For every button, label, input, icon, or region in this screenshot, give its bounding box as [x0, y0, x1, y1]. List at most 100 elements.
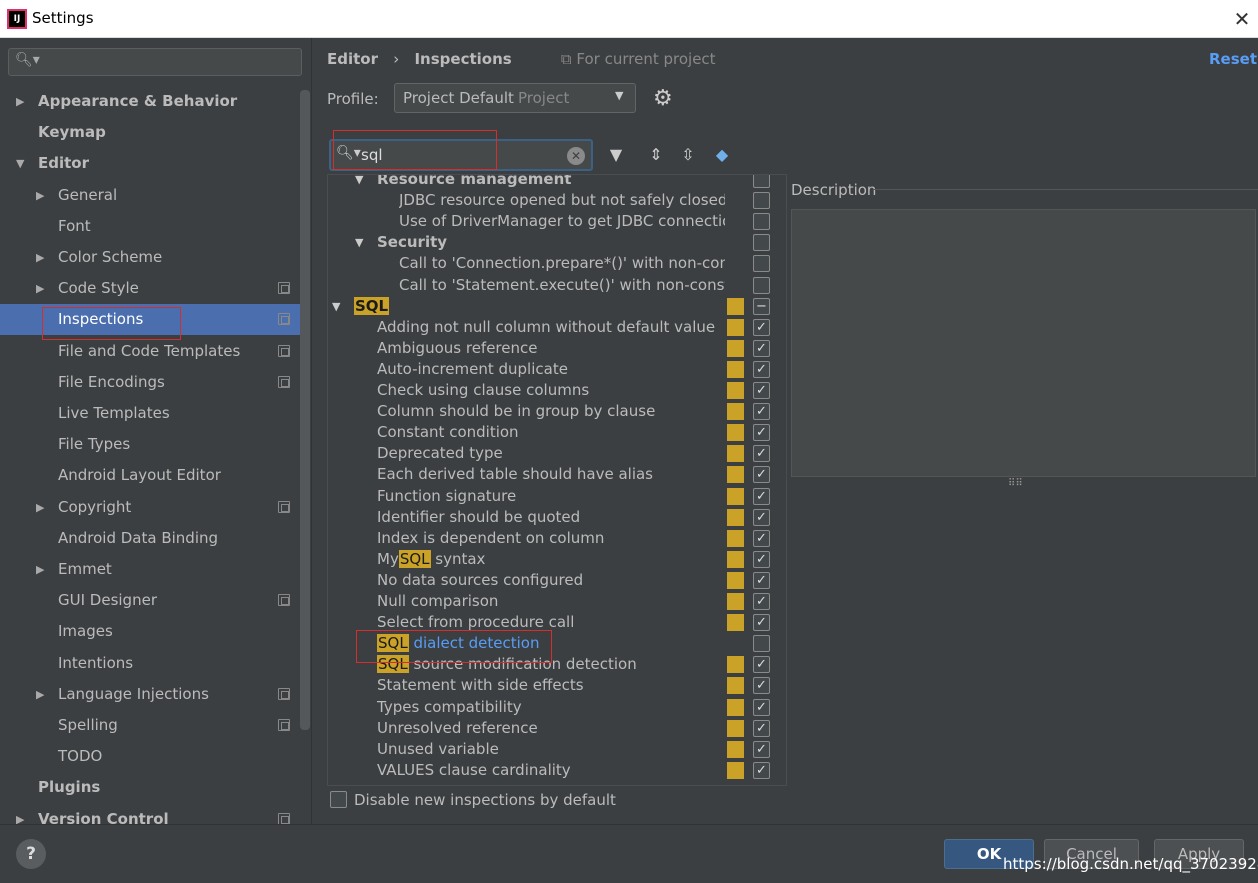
sidebar-item[interactable]: ▼ Editor [0, 148, 300, 179]
sidebar-item[interactable]: Keymap [0, 117, 300, 148]
collapse-all-icon[interactable]: ⇳ [677, 144, 699, 166]
sidebar-item[interactable]: File Encodings [0, 367, 300, 398]
tree-group-row[interactable]: ▼ Resource management [328, 175, 774, 190]
splitter-grip-icon[interactable]: ⠿⠿ [1008, 478, 1023, 489]
profile-dropdown[interactable]: Project Default Project ▼ [394, 83, 636, 113]
expanded-arrow-icon[interactable]: ▼ [355, 175, 363, 190]
expanded-arrow-icon[interactable]: ▼ [332, 296, 340, 317]
tree-item-row[interactable]: No data sources configured ✓ [328, 570, 774, 591]
collapsed-arrow-icon[interactable]: ▶ [36, 180, 44, 211]
inspection-enabled-checkbox[interactable] [753, 255, 770, 273]
sidebar-item[interactable]: ▶ Appearance & Behavior [0, 86, 300, 117]
help-button[interactable]: ? [16, 839, 46, 869]
sidebar-item[interactable]: Font [0, 211, 300, 242]
sidebar-item[interactable]: Android Data Binding [0, 523, 300, 554]
tree-item-row[interactable]: VALUES clause cardinality ✓ [328, 760, 774, 781]
inspection-enabled-checkbox[interactable]: ✓ [753, 339, 770, 357]
sidebar-item[interactable]: ▶ Color Scheme [0, 242, 300, 273]
inspection-enabled-checkbox[interactable]: ✓ [753, 761, 770, 779]
sidebar-item[interactable]: Intentions [0, 648, 300, 679]
inspection-enabled-checkbox[interactable]: − [753, 297, 770, 315]
inspection-enabled-checkbox[interactable]: ✓ [753, 614, 770, 632]
inspection-enabled-checkbox[interactable]: ✓ [753, 593, 770, 610]
inspection-enabled-checkbox[interactable]: ✓ [753, 677, 770, 695]
tree-item-row[interactable]: Constant condition ✓ [328, 422, 774, 443]
inspection-enabled-checkbox[interactable]: ✓ [753, 529, 770, 547]
sidebar-item[interactable]: Android Layout Editor [0, 460, 300, 491]
expanded-arrow-icon[interactable]: ▼ [355, 232, 363, 253]
clear-icon[interactable]: ✕ [567, 147, 585, 165]
tree-item-row[interactable]: Each derived table should have alias ✓ [328, 464, 774, 485]
sidebar-item[interactable]: ▶ Emmet [0, 554, 300, 585]
tree-group-row[interactable]: ▼ Security [328, 232, 774, 253]
tree-item-row[interactable]: Types compatibility ✓ [328, 697, 774, 718]
collapsed-arrow-icon[interactable]: ▶ [36, 679, 44, 710]
tree-item-row[interactable]: Unresolved reference ✓ [328, 718, 774, 739]
tree-item-row[interactable]: Null comparison ✓ [328, 591, 774, 612]
sidebar-item[interactable]: Images [0, 616, 300, 647]
inspection-enabled-checkbox[interactable] [753, 175, 770, 188]
tree-item-row[interactable]: Identifier should be quoted ✓ [328, 507, 774, 528]
tree-item-row[interactable]: Check using clause columns ✓ [328, 380, 774, 401]
close-icon[interactable]: ✕ [1230, 6, 1254, 32]
tree-item-row[interactable]: Index is dependent on column ✓ [328, 528, 774, 549]
disable-new-inspections-checkbox[interactable] [330, 791, 347, 808]
collapsed-arrow-icon[interactable]: ▶ [36, 554, 44, 585]
inspection-enabled-checkbox[interactable] [753, 276, 770, 294]
collapsed-arrow-icon[interactable]: ▶ [36, 492, 44, 523]
gear-icon[interactable]: ⚙ [653, 86, 673, 111]
inspection-enabled-checkbox[interactable]: ✓ [753, 508, 770, 526]
sidebar-item[interactable]: ▶ Copyright [0, 492, 300, 523]
tree-item-row[interactable]: Column should be in group by clause ✓ [328, 401, 774, 422]
tree-item-row[interactable]: Call to 'Statement.execute()' with non-c… [328, 275, 774, 296]
inspection-enabled-checkbox[interactable] [753, 234, 770, 252]
inspection-enabled-checkbox[interactable]: ✓ [753, 403, 770, 421]
sidebar-item[interactable]: File and Code Templates [0, 336, 300, 367]
inspection-enabled-checkbox[interactable]: ✓ [753, 424, 770, 442]
inspection-enabled-checkbox[interactable] [753, 192, 770, 210]
sidebar-item[interactable]: ▶ Version Control [0, 804, 300, 824]
expand-all-icon[interactable]: ⇕ [645, 144, 667, 166]
sidebar-item[interactable]: GUI Designer [0, 585, 300, 616]
sidebar-item[interactable]: Live Templates [0, 398, 300, 429]
sidebar-item[interactable]: File Types [0, 429, 300, 460]
inspection-enabled-checkbox[interactable] [753, 213, 770, 231]
tree-item-row[interactable]: Use of DriverManager to get JDBC connect… [328, 211, 774, 232]
tree-item-row[interactable]: Function signature ✓ [328, 486, 774, 507]
tree-item-row[interactable]: Call to 'Connection.prepare*()' with non… [328, 253, 774, 274]
tree-item-row[interactable]: Auto-increment duplicate ✓ [328, 359, 774, 380]
tree-item-row[interactable]: MySQL syntax ✓ [328, 549, 774, 570]
breadcrumb-editor[interactable]: Editor [327, 50, 378, 68]
inspection-enabled-checkbox[interactable]: ✓ [753, 571, 770, 589]
tree-item-row[interactable]: Adding not null column without default v… [328, 317, 774, 338]
inspection-enabled-checkbox[interactable]: ✓ [753, 360, 770, 378]
inspection-enabled-checkbox[interactable]: ✓ [753, 550, 770, 568]
expanded-arrow-icon[interactable]: ▼ [16, 148, 24, 179]
inspection-enabled-checkbox[interactable]: ✓ [753, 466, 770, 484]
sidebar-item[interactable]: ▶ Code Style [0, 273, 300, 304]
collapsed-arrow-icon[interactable]: ▶ [16, 86, 24, 117]
reset-link[interactable]: Reset [1209, 50, 1257, 68]
tree-item-row[interactable]: Ambiguous reference ✓ [328, 338, 774, 359]
sidebar-item[interactable]: TODO [0, 741, 300, 772]
inspection-enabled-checkbox[interactable]: ✓ [753, 318, 770, 336]
tree-item-row[interactable]: Statement with side effects ✓ [328, 675, 774, 696]
inspection-enabled-checkbox[interactable]: ✓ [753, 487, 770, 505]
inspection-enabled-checkbox[interactable] [753, 635, 770, 653]
sidebar-item[interactable]: ▶ General [0, 180, 300, 211]
collapsed-arrow-icon[interactable]: ▶ [16, 804, 24, 824]
eraser-icon[interactable]: ◆ [711, 144, 733, 166]
inspection-enabled-checkbox[interactable]: ✓ [753, 719, 770, 737]
inspection-enabled-checkbox[interactable]: ✓ [753, 740, 770, 758]
tree-item-row[interactable]: JDBC resource opened but not safely clos… [328, 190, 774, 211]
sidebar-search-input[interactable]: 🔍︎▾ [8, 48, 302, 76]
tree-group-row[interactable]: ▼ SQL − [328, 296, 774, 317]
inspection-enabled-checkbox[interactable]: ✓ [753, 698, 770, 716]
tree-item-row[interactable]: Unused variable ✓ [328, 739, 774, 760]
sidebar-item[interactable]: ▶ Language Injections [0, 679, 300, 710]
inspection-enabled-checkbox[interactable]: ✓ [753, 656, 770, 674]
inspection-enabled-checkbox[interactable]: ✓ [753, 445, 770, 463]
collapsed-arrow-icon[interactable]: ▶ [36, 273, 44, 304]
collapsed-arrow-icon[interactable]: ▶ [36, 242, 44, 273]
sidebar-item[interactable]: Plugins [0, 772, 300, 803]
